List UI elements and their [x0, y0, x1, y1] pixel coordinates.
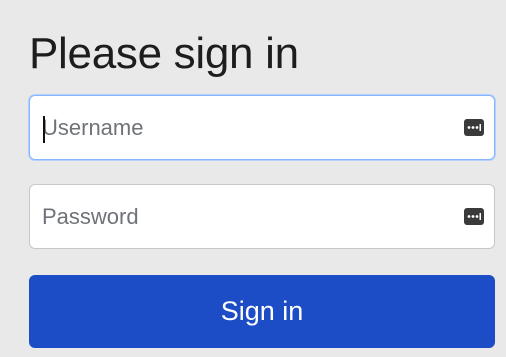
sign-in-button[interactable]: Sign in	[29, 275, 495, 348]
username-input[interactable]	[42, 96, 452, 159]
password-manager-icon[interactable]	[464, 208, 484, 225]
password-manager-icon[interactable]	[464, 119, 484, 136]
text-cursor	[43, 116, 45, 143]
signin-panel: Please sign in Sign in	[0, 0, 506, 357]
page-title: Please sign in	[29, 29, 299, 78]
password-input[interactable]	[42, 185, 452, 248]
password-field[interactable]	[29, 184, 495, 249]
username-field[interactable]	[29, 95, 495, 160]
